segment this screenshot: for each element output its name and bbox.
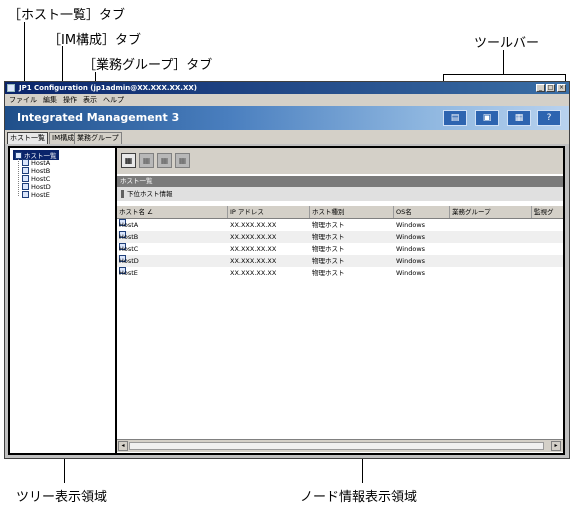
host-icon [22, 175, 29, 182]
banner-title: Integrated Management 3 [17, 111, 180, 124]
callout-business-tab: ［業務グループ］タブ [83, 58, 213, 73]
host-icon [22, 167, 29, 174]
tree-item[interactable]: HostB [22, 167, 50, 175]
app-window: JP1 Configuration (jp1admin@XX.XXX.XX.XX… [4, 81, 570, 459]
tree-connector [18, 159, 20, 196]
tab-host-list[interactable]: ホスト一覧 [7, 132, 48, 144]
node-info-panel: ▦ ▦ ▦ ▦ ホスト一覧 下位ホスト情報 ホスト名 ∠ IP アドレス ホスト… [115, 146, 565, 455]
toolbar-button-3[interactable]: ▦ [507, 110, 531, 126]
menu-view[interactable]: 表示 [83, 94, 97, 106]
leader-toolbar-h [443, 74, 565, 75]
callout-toolbar: ツールバー [474, 36, 540, 51]
menu-operate[interactable]: 操作 [63, 94, 77, 106]
callout-host-tab: ［ホスト一覧］タブ [8, 8, 126, 23]
app-icon [7, 84, 15, 92]
leader-tree-area [64, 455, 65, 483]
table-row[interactable]: HostA XX.XXX.XX.XX 物理ホスト Windows [117, 219, 563, 231]
table-header: ホスト名 ∠ IP アドレス ホスト種別 OS名 業務グループ 監視グ [117, 206, 563, 219]
close-button[interactable]: × [557, 84, 566, 92]
column-monitor-group[interactable]: 監視グ [532, 206, 563, 218]
menu-help[interactable]: ヘルプ [103, 94, 124, 106]
host-icon [22, 159, 29, 166]
tree-item[interactable]: HostE [22, 191, 50, 199]
title-bar: JP1 Configuration (jp1admin@XX.XXX.XX.XX… [5, 82, 569, 94]
host-icon [22, 191, 29, 198]
tab-im-config[interactable]: IM構成 [49, 132, 78, 144]
column-host-name[interactable]: ホスト名 ∠ [117, 206, 228, 218]
table-row[interactable]: HostD XX.XXX.XX.XX 物理ホスト Windows [117, 255, 563, 267]
tab-business-group[interactable]: 業務グループ [74, 132, 122, 144]
host-delete-icon[interactable]: ▦ [175, 153, 190, 168]
tree-panel: ホスト一覧 HostA HostB HostC HostD HostE [8, 146, 119, 455]
table-row[interactable]: HostB XX.XXX.XX.XX 物理ホスト Windows [117, 231, 563, 243]
host-edit-icon[interactable]: ▦ [157, 153, 172, 168]
tree-item[interactable]: HostC [22, 175, 50, 183]
section-title: ホスト一覧 [117, 176, 563, 187]
help-button[interactable]: ? [537, 110, 561, 126]
minimize-button[interactable]: _ [536, 84, 545, 92]
callout-node-area: ノード情報表示領域 [300, 490, 418, 505]
callout-tree-area: ツリー表示領域 [16, 490, 108, 505]
menu-edit[interactable]: 編集 [43, 94, 57, 106]
table-row[interactable]: HostC XX.XXX.XX.XX 物理ホスト Windows [117, 243, 563, 255]
node-toolbar: ▦ ▦ ▦ ▦ [117, 148, 563, 174]
table-row[interactable]: HostE XX.XXX.XX.XX 物理ホスト Windows [117, 267, 563, 279]
column-ip-address[interactable]: IP アドレス [228, 206, 310, 218]
maximize-button[interactable]: □ [546, 84, 555, 92]
banner: Integrated Management 3 ▤ ▣ ▦ ? [5, 106, 569, 130]
host-icon [22, 183, 29, 190]
toolbar-button-2[interactable]: ▣ [475, 110, 499, 126]
menu-file[interactable]: ファイル [9, 94, 37, 106]
menu-bar: ファイル 編集 操作 表示 ヘルプ [5, 94, 569, 106]
scroll-right-icon[interactable]: ▸ [551, 441, 561, 451]
window-title: JP1 Configuration (jp1admin@XX.XXX.XX.XX… [19, 84, 197, 92]
tree-item[interactable]: HostD [22, 183, 51, 191]
sub-title-marker [121, 190, 124, 198]
tab-bar: ホスト一覧 IM構成 業務グループ [5, 130, 569, 144]
host-add-icon[interactable]: ▦ [139, 153, 154, 168]
horizontal-scrollbar[interactable]: ◂ ▸ [117, 439, 563, 452]
toolbar-button-1[interactable]: ▤ [443, 110, 467, 126]
column-host-type[interactable]: ホスト種別 [310, 206, 394, 218]
column-business-group[interactable]: 業務グループ [450, 206, 532, 218]
tree-item[interactable]: HostA [22, 159, 50, 167]
host-group-icon [15, 152, 22, 159]
leader-toolbar-v [503, 50, 504, 74]
leader-node-area [362, 455, 363, 483]
sub-title-bar: 下位ホスト情報 [117, 187, 563, 201]
column-os-name[interactable]: OS名 [394, 206, 450, 218]
scroll-thumb[interactable] [129, 442, 544, 450]
scroll-left-icon[interactable]: ◂ [118, 441, 128, 451]
host-properties-icon[interactable]: ▦ [121, 153, 136, 168]
